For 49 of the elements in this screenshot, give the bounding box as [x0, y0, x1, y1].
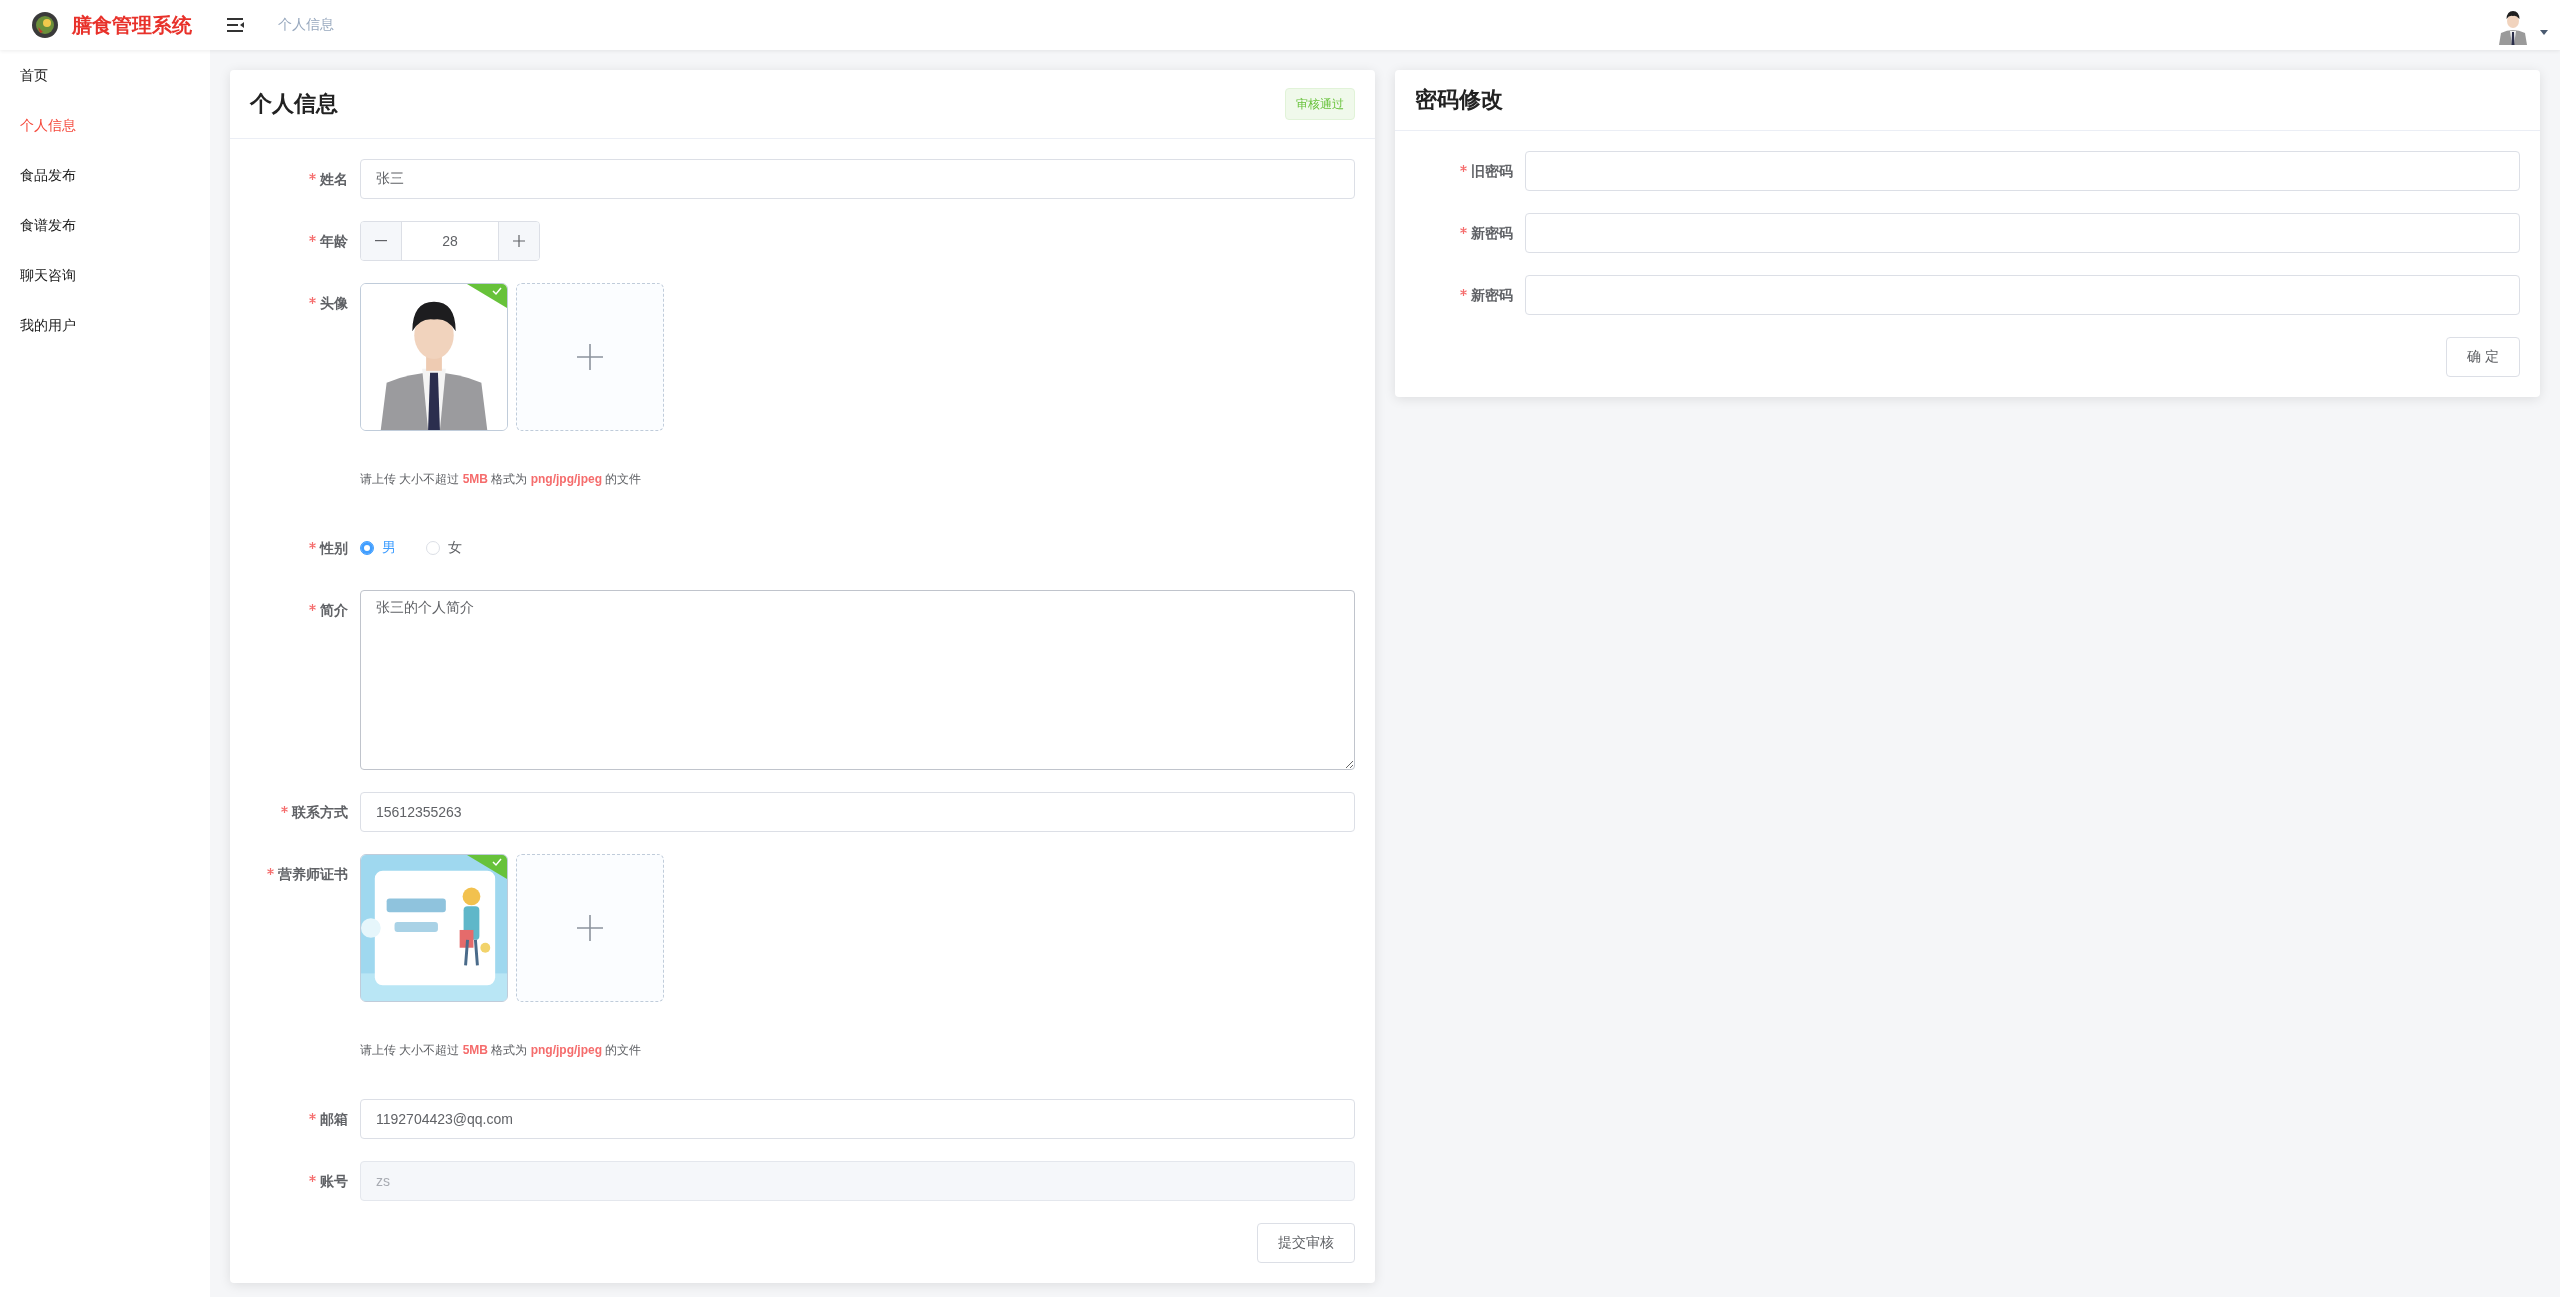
caret-icon[interactable] [2540, 29, 2548, 35]
field-label: 简介 [320, 601, 348, 620]
field-label: 新密码 [1471, 286, 1513, 305]
card-title: 密码修改 [1415, 86, 1503, 114]
upload-button[interactable] [516, 854, 664, 1002]
increment-button[interactable] [498, 222, 539, 260]
minus-icon [375, 240, 387, 242]
field-label: 账号 [320, 1172, 348, 1191]
upload-hint: 请上传 大小不超过 5MB 格式为 png/jpg/jpeg 的文件 [360, 1043, 642, 1057]
field-label: 新密码 [1471, 224, 1513, 243]
upload-hint: 请上传 大小不超过 5MB 格式为 png/jpg/jpeg 的文件 [360, 472, 642, 486]
sidebar-item[interactable]: 聊天咨询 [0, 250, 210, 300]
card-title: 个人信息 [250, 90, 338, 118]
menu-icon[interactable] [227, 18, 245, 32]
sidebar-item[interactable]: 食品发布 [0, 150, 210, 200]
field-label: 营养师证书 [278, 865, 348, 884]
status-tag: 审核通过 [1285, 88, 1355, 120]
sidebar-item[interactable]: 食谱发布 [0, 200, 210, 250]
field-label: 姓名 [320, 170, 348, 189]
input-field[interactable]: 张三 [360, 159, 1355, 199]
sidebar-item[interactable]: 个人信息 [0, 100, 210, 150]
field-label: 联系方式 [292, 803, 348, 822]
password-field[interactable] [1525, 151, 2520, 191]
upload-button[interactable] [516, 283, 664, 431]
sidebar-item[interactable]: 首页 [0, 50, 210, 100]
app-title: 膳食管理系统 [72, 12, 192, 38]
field-label: 年龄 [320, 232, 348, 251]
password-field[interactable] [1525, 275, 2520, 315]
submit-button[interactable]: 提交审核 [1257, 1223, 1355, 1263]
logo-icon [31, 11, 59, 39]
field-label: 性别 [320, 539, 348, 558]
input-field[interactable]: 15612355263 [360, 792, 1355, 832]
plus-icon [577, 915, 603, 941]
password-field[interactable] [1525, 213, 2520, 253]
radio-option[interactable]: 女 [426, 539, 462, 557]
text-area[interactable]: 张三的个人简介 [360, 590, 1355, 770]
plus-icon [513, 235, 525, 247]
radio-label: 男 [382, 539, 396, 557]
field-label: 头像 [320, 294, 348, 313]
sidebar-item[interactable]: 我的用户 [0, 300, 210, 350]
field-label: 邮箱 [320, 1110, 348, 1129]
input-field[interactable]: 1192704423@qq.com [360, 1099, 1355, 1139]
number-input[interactable]: 28 [360, 221, 540, 261]
confirm-button[interactable]: 确 定 [2446, 337, 2520, 377]
plus-icon [577, 344, 603, 370]
field-label: 旧密码 [1471, 162, 1513, 181]
number-value: 28 [441, 232, 459, 251]
decrement-button[interactable] [361, 222, 402, 260]
radio-label: 女 [448, 539, 462, 557]
